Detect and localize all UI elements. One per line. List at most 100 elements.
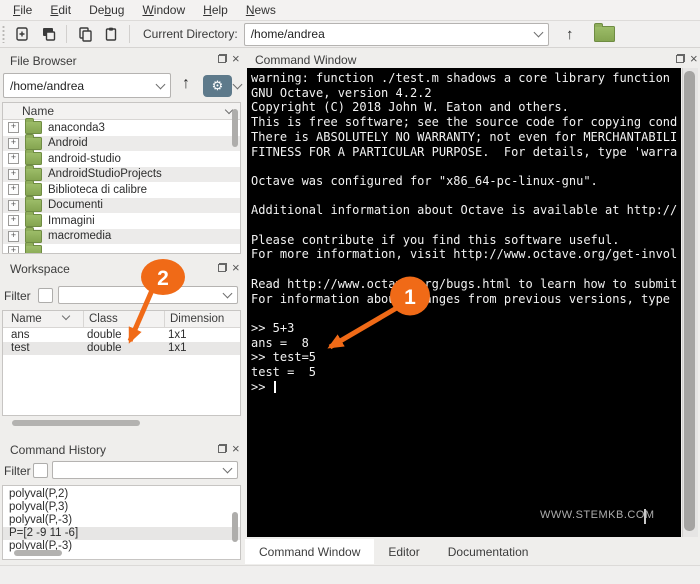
history-item[interactable]: polyval(P,3) <box>3 501 240 514</box>
workspace-cell-class: double <box>81 342 162 355</box>
workspace-row[interactable]: testdouble1x1 <box>3 342 240 355</box>
file-row[interactable]: Android <box>3 136 240 152</box>
workspace-cell-name: ans <box>3 329 81 342</box>
command-history-filter-combobox[interactable] <box>52 461 238 479</box>
copy-button[interactable] <box>74 23 96 45</box>
folder-icon <box>25 137 42 150</box>
command-history-vscroll-thumb[interactable] <box>232 512 238 542</box>
file-browser-vscroll-thumb[interactable] <box>232 109 238 147</box>
file-browser-path-combobox[interactable]: /home/andrea <box>3 73 171 98</box>
chevron-down-icon <box>533 28 543 38</box>
file-row[interactable]: Immagini <box>3 213 240 229</box>
expand-icon[interactable] <box>8 122 19 133</box>
terminal-line: ans = 8 <box>251 336 681 351</box>
current-directory-combobox[interactable]: /home/andrea <box>244 23 549 46</box>
paste-button[interactable] <box>100 23 122 45</box>
workspace-table: Name Class Dimension ansdouble1x1testdoubl… <box>2 310 241 416</box>
toolbar-drag-handle[interactable] <box>2 25 5 43</box>
chevron-down-icon[interactable] <box>233 80 243 90</box>
workspace-close-icon[interactable]: × <box>232 263 240 273</box>
workspace-filter-combobox[interactable] <box>58 286 238 304</box>
workspace-float-icon[interactable] <box>218 263 227 272</box>
history-item[interactable]: polyval(P,2) <box>3 488 240 501</box>
file-browser-name-header[interactable]: Name <box>3 103 240 120</box>
command-history-float-icon[interactable] <box>218 444 227 453</box>
command-window-float-icon[interactable] <box>676 54 685 63</box>
menu-item-edit[interactable]: Edit <box>41 1 80 19</box>
expand-icon[interactable] <box>8 200 19 211</box>
expand-icon[interactable] <box>8 153 19 164</box>
expand-icon[interactable] <box>8 215 19 226</box>
terminal-line: >> test=5 <box>251 350 681 365</box>
menu-item-help[interactable]: Help <box>194 1 237 19</box>
expand-icon[interactable] <box>8 138 19 149</box>
current-directory-label: Current Directory: <box>143 27 238 41</box>
command-history-hscroll-thumb[interactable] <box>14 550 62 556</box>
file-row[interactable]: AndroidStudioProjects <box>3 167 240 183</box>
terminal-line: This is free software; see the source co… <box>251 115 681 130</box>
one-directory-up-button[interactable]: ↑ <box>559 23 581 45</box>
folder-icon <box>25 152 42 165</box>
up-arrow-icon: ↑ <box>566 27 574 42</box>
file-row[interactable]: android-studio <box>3 151 240 167</box>
workspace-row[interactable]: ansdouble1x1 <box>3 329 240 342</box>
current-directory-value: /home/andrea <box>251 27 325 41</box>
terminal-line: >> 5+3 <box>251 321 681 336</box>
workspace-cell-dimension: 1x1 <box>162 329 187 342</box>
workspace-hscroll-thumb[interactable] <box>12 420 140 426</box>
file-browser-actions-button[interactable]: ⚙ <box>203 75 232 97</box>
menu-item-window[interactable]: Window <box>133 1 194 19</box>
watermark-tick <box>644 509 646 524</box>
file-browser-float-icon[interactable] <box>218 54 227 63</box>
file-row[interactable]: anaconda3 <box>3 120 240 136</box>
tab-command-window[interactable]: Command Window <box>245 539 374 564</box>
tab-documentation[interactable]: Documentation <box>434 539 543 564</box>
workspace-title: Workspace <box>10 262 70 276</box>
tab-editor[interactable]: Editor <box>374 539 433 564</box>
copy-icon <box>77 26 93 42</box>
workspace-column-header-name[interactable]: Name <box>11 313 42 325</box>
file-row-partial <box>3 244 240 254</box>
history-item[interactable]: P=[2 -9 11 -6] <box>3 527 240 540</box>
menu-item-news[interactable]: News <box>237 1 285 19</box>
open-icon <box>40 26 57 42</box>
name-column-label: Name <box>22 104 54 118</box>
menu-item-debug[interactable]: Debug <box>80 1 133 19</box>
file-name-label: anaconda3 <box>48 122 105 134</box>
terminal-line: warning: function ./test.m shadows a cor… <box>251 71 681 86</box>
expand-icon[interactable] <box>8 184 19 195</box>
file-browser-close-icon[interactable]: × <box>232 54 240 64</box>
expand-icon[interactable] <box>8 231 19 242</box>
open-button[interactable] <box>37 23 59 45</box>
file-row[interactable]: macromedia <box>3 229 240 245</box>
history-item[interactable]: polyval(P,-3) <box>3 514 240 527</box>
terminal-line: Please contribute if you find this softw… <box>251 233 681 248</box>
workspace-column-header-dimension[interactable]: Dimension <box>170 313 224 325</box>
expand-icon[interactable] <box>8 169 19 180</box>
command-history-filter-checkbox[interactable] <box>33 463 48 478</box>
terminal-line: Copyright (C) 2018 John W. Eaton and oth… <box>251 100 681 115</box>
file-browser-up-button[interactable]: ↑ <box>182 76 190 92</box>
command-history-close-icon[interactable]: × <box>232 444 240 454</box>
bottom-tab-bar: Command WindowEditorDocumentation <box>245 539 700 564</box>
workspace-column-header-class[interactable]: Class <box>89 313 118 325</box>
workspace-table-header[interactable]: Name Class Dimension <box>3 311 240 328</box>
workspace-cell-class: double <box>81 329 162 342</box>
file-row[interactable]: Documenti <box>3 198 240 214</box>
terminal-line <box>251 262 681 277</box>
terminal-output[interactable]: warning: function ./test.m shadows a cor… <box>247 68 681 537</box>
file-name-label: AndroidStudioProjects <box>48 168 162 180</box>
file-row[interactable]: Biblioteca di calibre <box>3 182 240 198</box>
command-window-close-icon[interactable]: × <box>690 54 698 64</box>
folder-icon <box>25 214 42 227</box>
sort-indicator-icon <box>62 312 70 320</box>
octave-main-window: FileEditDebugWindowHelpNews <box>0 0 700 584</box>
browse-directory-button[interactable] <box>591 23 619 45</box>
file-browser-path-value: /home/andrea <box>10 79 84 93</box>
new-script-button[interactable] <box>11 23 33 45</box>
new-script-icon <box>14 26 30 42</box>
menu-item-file[interactable]: File <box>4 1 41 19</box>
toolbar-separator <box>129 25 130 43</box>
workspace-filter-checkbox[interactable] <box>38 288 53 303</box>
terminal-scrollbar-thumb[interactable] <box>684 71 695 531</box>
